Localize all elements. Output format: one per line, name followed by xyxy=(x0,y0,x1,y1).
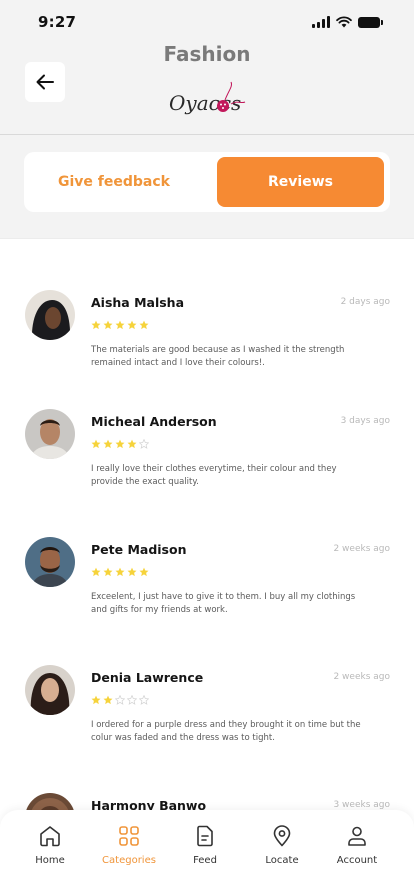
star-filled-icon xyxy=(127,567,137,577)
star-filled-icon xyxy=(91,320,101,330)
status-time: 9:27 xyxy=(38,13,77,31)
feed-icon xyxy=(197,825,213,847)
nav-label: Feed xyxy=(193,855,217,866)
review-text: Exceelent, I just have to give it to the… xyxy=(91,592,356,615)
review-item: Denia Lawrence 2 weeks ago I ordered for… xyxy=(25,665,390,775)
star-filled-icon xyxy=(103,695,113,705)
star-filled-icon xyxy=(115,567,125,577)
header-divider xyxy=(0,134,414,135)
star-filled-icon xyxy=(91,567,101,577)
star-empty-icon xyxy=(115,695,125,705)
account-icon xyxy=(348,826,366,846)
star-rating xyxy=(91,567,149,577)
reviewer-name: Aisha Malsha xyxy=(91,295,185,310)
cellular-signal-icon xyxy=(312,16,330,28)
home-icon xyxy=(40,826,60,847)
star-filled-icon xyxy=(103,439,113,449)
star-rating xyxy=(91,439,149,449)
tab-switch: Give feedback Reviews xyxy=(24,152,390,212)
review-date: 2 weeks ago xyxy=(333,544,390,554)
bottom-navigation: Home Categories Feed Locate Account xyxy=(0,810,414,896)
avatar xyxy=(25,409,75,459)
star-filled-icon xyxy=(139,567,149,577)
star-empty-icon xyxy=(139,695,149,705)
nav-label: Locate xyxy=(265,855,299,866)
tab-give-feedback[interactable]: Give feedback xyxy=(24,157,204,207)
star-filled-icon xyxy=(91,695,101,705)
brand-logo: Oyaccs xyxy=(169,81,246,115)
nav-label: Account xyxy=(336,855,378,866)
nav-label: Home xyxy=(35,855,65,866)
tab-reviews[interactable]: Reviews xyxy=(217,157,384,207)
wifi-icon xyxy=(336,16,352,28)
star-filled-icon xyxy=(91,439,101,449)
reviewer-name: Pete Madison xyxy=(91,542,187,557)
star-filled-icon xyxy=(103,567,113,577)
battery-icon xyxy=(358,16,383,28)
review-date: 3 days ago xyxy=(340,416,390,426)
location-icon xyxy=(273,825,291,847)
review-text: The materials are good because as I wash… xyxy=(91,345,345,368)
review-item: Aisha Malsha 2 days ago The materials ar… xyxy=(25,290,390,400)
star-filled-icon xyxy=(127,439,137,449)
avatar xyxy=(25,290,75,340)
review-text: I really love their clothes everytime, t… xyxy=(91,464,337,487)
star-filled-icon xyxy=(115,320,125,330)
nav-categories[interactable]: Categories xyxy=(89,824,169,880)
arrow-left-icon xyxy=(36,74,54,90)
star-filled-icon xyxy=(139,320,149,330)
review-item: Pete Madison 2 weeks ago Exceelent, I ju… xyxy=(25,537,390,647)
review-date: 3 weeks ago xyxy=(333,800,390,810)
star-empty-icon xyxy=(139,439,149,449)
star-empty-icon xyxy=(127,695,137,705)
reviewer-name: Denia Lawrence xyxy=(91,670,204,685)
star-rating xyxy=(91,320,149,330)
review-date: 2 days ago xyxy=(340,297,390,307)
brand-logo-text: Oyaccs xyxy=(169,91,241,115)
status-icons xyxy=(312,16,383,28)
review-date: 2 weeks ago xyxy=(333,672,390,682)
reviews-list: Aisha Malsha 2 days ago The materials ar… xyxy=(0,238,414,896)
review-text: I ordered for a purple dress and they br… xyxy=(91,720,361,743)
avatar xyxy=(25,537,75,587)
back-button[interactable] xyxy=(25,62,65,102)
star-filled-icon xyxy=(103,320,113,330)
review-item: Micheal Anderson 3 days ago I really lov… xyxy=(25,409,390,519)
avatar xyxy=(25,665,75,715)
nav-home[interactable]: Home xyxy=(10,824,90,880)
star-filled-icon xyxy=(115,439,125,449)
nav-account[interactable]: Account xyxy=(317,824,397,880)
status-bar: 9:27 xyxy=(0,0,414,44)
nav-locate[interactable]: Locate xyxy=(242,824,322,880)
nav-feed[interactable]: Feed xyxy=(165,824,245,880)
star-filled-icon xyxy=(127,320,137,330)
star-rating xyxy=(91,695,149,705)
reviewer-name: Micheal Anderson xyxy=(91,414,217,429)
categories-icon xyxy=(119,826,139,846)
nav-label: Categories xyxy=(102,855,156,866)
